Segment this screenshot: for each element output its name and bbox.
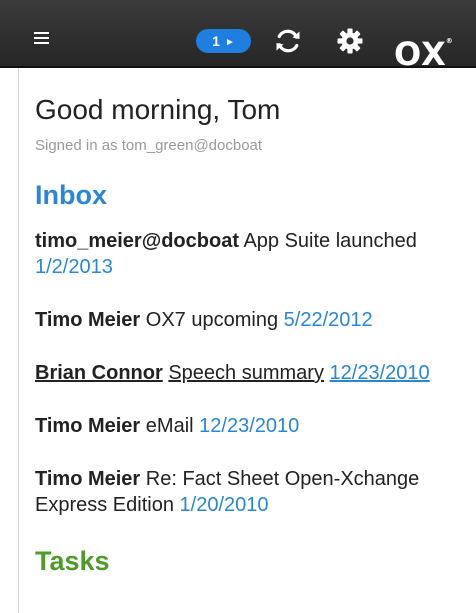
inbox-item-date: 5/22/2012 (283, 309, 373, 331)
notification-count: 1 (212, 33, 220, 49)
greeting-title: Good morning, Tom (35, 94, 281, 125)
app-frame: 1 ► OX® Good morning, Tom Signed in as t… (0, 0, 476, 613)
inbox-list: timo_meier@docboat App Suite launched 1/… (35, 228, 476, 518)
top-bar: 1 ► OX® (0, 0, 476, 71)
inbox-item[interactable]: Timo Meier OX7 upcoming 5/22/2012 (35, 307, 476, 333)
inbox-item[interactable]: timo_meier@docboat App Suite launched 1/… (35, 228, 476, 280)
chevron-right-icon: ► (224, 37, 235, 48)
hamburger-menu-icon[interactable] (34, 32, 49, 44)
inbox-item-sender: Timo Meier (35, 468, 141, 490)
gear-icon[interactable] (337, 28, 363, 54)
signed-in-text: Signed in as tom_green@docboat (35, 137, 263, 154)
inbox-item-date: 12/23/2010 (329, 362, 430, 384)
inbox-item-sender: timo_meier@docboat (35, 230, 239, 252)
inbox-item-subject: OX7 upcoming (145, 309, 279, 331)
inbox-title[interactable]: Inbox (35, 179, 476, 211)
inbox-item[interactable]: Timo Meier Re: Fact Sheet Open-Xchange E… (35, 466, 476, 518)
inbox-item-subject: App Suite launched (243, 230, 417, 252)
registered-mark: ® (445, 37, 454, 45)
inbox-item-subject: Speech summary (168, 362, 324, 384)
inbox-item-sender: Timo Meier (35, 309, 141, 331)
notification-badge[interactable]: 1 ► (196, 29, 251, 53)
inbox-item-date: 1/20/2010 (179, 494, 269, 516)
portal-content: Good morning, Tom Signed in as tom_green… (18, 68, 476, 613)
refresh-icon[interactable] (274, 27, 302, 55)
inbox-item-date: 1/2/2013 (35, 256, 113, 278)
inbox-item[interactable]: Brian Connor Speech summary 12/23/2010 (35, 360, 476, 386)
inbox-item-subject: eMail (145, 415, 194, 437)
tasks-title[interactable]: Tasks (35, 545, 476, 577)
inbox-item-date: 12/23/2010 (199, 415, 300, 437)
inbox-item-sender: Timo Meier (35, 415, 141, 437)
inbox-item-sender: Brian Connor (35, 362, 163, 384)
inbox-item[interactable]: Timo Meier eMail 12/23/2010 (35, 413, 476, 439)
ox-logo: OX® (394, 24, 454, 71)
